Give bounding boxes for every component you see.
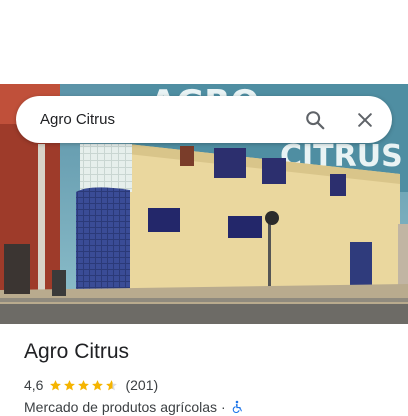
star-icon	[78, 379, 90, 390]
search-bar	[16, 96, 392, 143]
search-button[interactable]	[302, 107, 328, 133]
star-icon	[64, 379, 76, 390]
half-star-icon	[106, 379, 118, 390]
top-blank-area	[0, 0, 408, 84]
separator-dot: ·	[221, 399, 226, 415]
search-icon	[306, 111, 325, 130]
wheelchair-accessible-icon	[232, 400, 242, 414]
place-category[interactable]: Mercado de produtos agrícolas	[24, 399, 217, 415]
search-input[interactable]	[40, 96, 290, 143]
star-rating	[49, 379, 119, 392]
rating-row[interactable]: 4,6 (201)	[24, 376, 158, 394]
close-button[interactable]	[352, 107, 378, 133]
star-icon	[92, 379, 104, 390]
category-row: Mercado de produtos agrícolas ·	[24, 398, 244, 416]
place-title[interactable]: Agro Citrus	[24, 340, 129, 364]
close-icon	[358, 113, 372, 127]
review-count: (201)	[125, 377, 159, 393]
rating-value: 4,6	[24, 377, 44, 393]
star-icon	[50, 379, 62, 390]
